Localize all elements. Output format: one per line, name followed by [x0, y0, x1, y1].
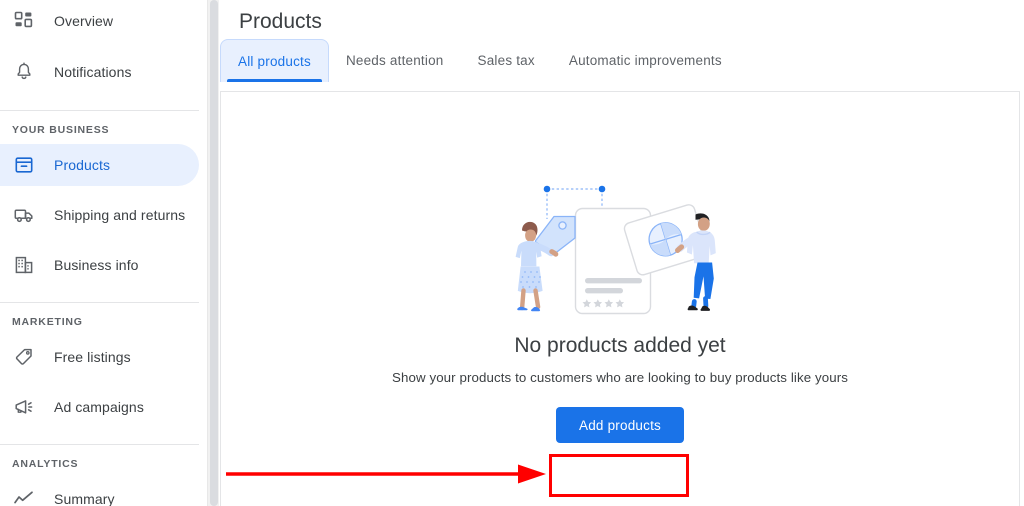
- sidebar-item-label: Summary: [54, 491, 115, 506]
- sidebar-item-notifications[interactable]: Notifications: [0, 51, 207, 93]
- empty-state-subtitle: Show your products to customers who are …: [391, 370, 849, 385]
- sidebar-item-summary[interactable]: Summary: [0, 478, 207, 506]
- empty-state: No products added yet Show your products…: [221, 167, 1019, 443]
- sidebar-item-label: Business info: [54, 257, 139, 273]
- sidebar-item-shipping-and-returns[interactable]: Shipping and returns: [0, 194, 207, 236]
- tab-all-products[interactable]: All products: [220, 39, 329, 82]
- products-panel: No products added yet Show your products…: [220, 91, 1020, 506]
- tab-sales-tax[interactable]: Sales tax: [461, 39, 552, 82]
- bell-icon: [12, 60, 36, 84]
- page-title: Products: [239, 10, 322, 33]
- trend-line-icon: [12, 487, 36, 506]
- sidebar-scrollbar[interactable]: [207, 0, 219, 506]
- tab-label: Needs attention: [345, 53, 444, 68]
- sidebar-item-free-listings[interactable]: Free listings: [0, 336, 207, 378]
- dashboard-icon: [12, 9, 36, 33]
- tab-label: Sales tax: [477, 53, 535, 68]
- megaphone-icon: [12, 395, 36, 419]
- cta-wrapper: Add products: [221, 407, 1019, 443]
- sidebar-item-products[interactable]: Products: [0, 144, 199, 186]
- sidebar-item-ad-campaigns[interactable]: Ad campaigns: [0, 386, 207, 428]
- tag-icon: [12, 345, 36, 369]
- tab-label: All products: [238, 53, 311, 69]
- empty-state-title: No products added yet: [514, 334, 726, 357]
- main-content: Products All products Needs attention Sa…: [220, 0, 1024, 506]
- app-root: Overview Notifications YOUR BUSINESS Pro…: [0, 0, 1024, 506]
- sidebar: Overview Notifications YOUR BUSINESS Pro…: [0, 0, 207, 506]
- tab-label: Automatic improvements: [568, 53, 722, 68]
- sidebar-item-business-info[interactable]: Business info: [0, 244, 207, 286]
- sidebar-item-label: Ad campaigns: [54, 399, 144, 415]
- building-icon: [12, 253, 36, 277]
- tab-needs-attention[interactable]: Needs attention: [329, 39, 461, 82]
- sidebar-item-label: Free listings: [54, 349, 131, 365]
- people-with-product-card-illustration: [490, 167, 750, 317]
- truck-icon: [12, 203, 36, 227]
- products-box-icon: [12, 153, 36, 177]
- add-products-button[interactable]: Add products: [556, 407, 684, 443]
- sidebar-section-your-business: YOUR BUSINESS: [12, 124, 110, 136]
- sidebar-item-label: Shipping and returns: [54, 207, 186, 223]
- sidebar-section-analytics: ANALYTICS: [12, 458, 79, 470]
- sidebar-item-overview[interactable]: Overview: [0, 0, 207, 42]
- sidebar-section-marketing: MARKETING: [12, 316, 83, 328]
- tab-bar: All products Needs attention Sales tax A…: [220, 39, 1024, 82]
- tab-automatic-improvements[interactable]: Automatic improvements: [552, 39, 739, 82]
- sidebar-item-label: Overview: [54, 13, 114, 29]
- sidebar-item-label: Products: [54, 157, 111, 173]
- sidebar-item-label: Notifications: [54, 64, 132, 80]
- scrollbar-thumb[interactable]: [210, 0, 218, 506]
